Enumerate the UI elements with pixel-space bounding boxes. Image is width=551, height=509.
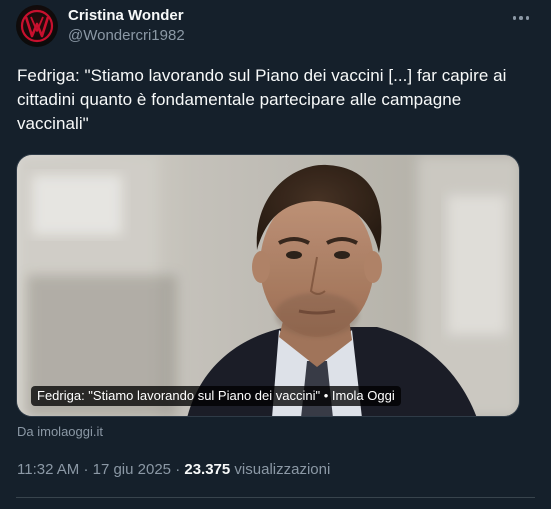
tweet-time[interactable]: 11:32 AM [17, 461, 79, 478]
tweet: Cristina Wonder @Wondercri1982 Fedriga: … [0, 0, 551, 509]
tweet-meta: 11:32 AM · 17 giu 2025 · 23.375 visualiz… [17, 460, 330, 480]
tweet-header: Cristina Wonder @Wondercri1982 [16, 4, 535, 52]
avatar[interactable] [16, 5, 58, 47]
more-dot [525, 16, 530, 20]
author-handle[interactable]: @Wondercri1982 [68, 26, 185, 46]
divider [16, 497, 535, 498]
tweet-text: Fedriga: "Stiamo lavorando sul Piano dei… [17, 66, 507, 133]
meta-separator: · [83, 461, 89, 478]
card-source-link[interactable]: Da imolaoggi.it [17, 424, 103, 440]
card-caption: Fedriga: "Stiamo lavorando sul Piano dei… [31, 386, 401, 406]
link-card[interactable]: Fedriga: "Stiamo lavorando sul Piano dei… [16, 154, 520, 417]
red-w-logo-icon [20, 9, 54, 43]
views-label: visualizzazioni [234, 461, 331, 478]
meta-separator: · [175, 461, 181, 478]
more-dots-icon[interactable] [507, 8, 535, 28]
author-names: Cristina Wonder @Wondercri1982 [68, 6, 185, 46]
tweet-date[interactable]: 17 giu 2025 [93, 461, 171, 478]
more-dot [512, 16, 517, 20]
card-image [17, 155, 519, 416]
author-display-name[interactable]: Cristina Wonder [68, 6, 185, 26]
views-count: 23.375 [184, 461, 231, 478]
more-dot [519, 16, 523, 20]
